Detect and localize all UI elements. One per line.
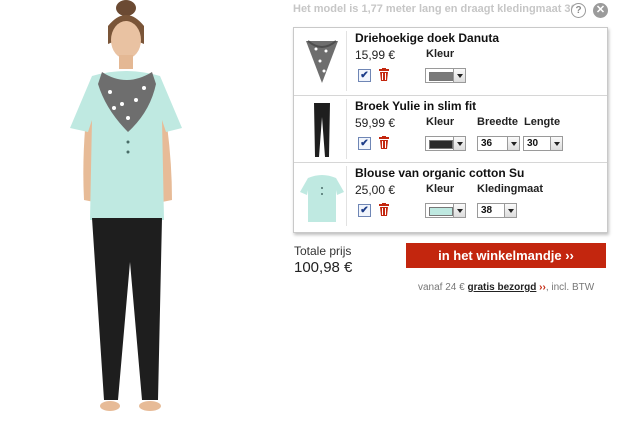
chevron-down-icon xyxy=(453,69,465,82)
chevron-right-icon: ›› xyxy=(539,282,546,293)
trousers-thumbnail[interactable] xyxy=(298,99,347,159)
color-label: Kleur xyxy=(426,48,455,60)
product-row-scarf: Driehoekige doek Danuta 15,99 € ✔ Kleur xyxy=(294,28,607,94)
include-checkbox[interactable]: ✔ xyxy=(358,137,371,150)
model-image xyxy=(70,0,182,411)
color-swatch xyxy=(429,207,453,216)
color-select[interactable] xyxy=(425,68,466,83)
trash-icon[interactable] xyxy=(378,68,390,81)
chevron-down-icon xyxy=(507,137,519,150)
product-name[interactable]: Driehoekige doek Danuta xyxy=(355,31,499,45)
length-select[interactable]: 30 xyxy=(523,136,563,151)
chevron-down-icon xyxy=(550,137,562,150)
product-price: 15,99 € xyxy=(355,48,396,62)
chevron-down-icon xyxy=(453,204,465,217)
color-select[interactable] xyxy=(425,136,466,151)
width-label: Breedte xyxy=(477,116,518,128)
scarf-thumbnail[interactable] xyxy=(298,31,347,91)
total-price: 100,98 € xyxy=(294,259,353,276)
product-name[interactable]: Blouse van organic cotton Su xyxy=(355,166,524,180)
product-row-blouse: Blouse van organic cotton Su 25,00 € ✔ K… xyxy=(294,162,607,229)
color-label: Kleur xyxy=(426,116,455,128)
color-swatch xyxy=(429,72,453,81)
free-delivery-link[interactable]: gratis bezorgd xyxy=(467,282,536,293)
product-price: 25,00 € xyxy=(355,183,396,197)
color-label: Kleur xyxy=(426,183,455,195)
help-icon[interactable]: ? xyxy=(571,3,586,18)
shipping-info: vanaf 24 € gratis bezorgd ››, incl. BTW xyxy=(418,282,595,293)
product-price: 59,99 € xyxy=(355,116,396,130)
length-label: Lengte xyxy=(524,116,561,128)
color-swatch xyxy=(429,140,453,149)
blouse-thumbnail[interactable] xyxy=(298,166,347,226)
color-select[interactable] xyxy=(425,203,466,218)
trash-icon[interactable] xyxy=(378,203,390,216)
size-label: Kledingmaat xyxy=(477,183,544,195)
chevron-down-icon xyxy=(504,204,516,217)
size-select[interactable]: 38 xyxy=(477,203,517,218)
model-size-info: Het model is 1,77 meter lang en draagt k… xyxy=(293,3,577,15)
total-label: Totale prijs xyxy=(294,244,352,258)
product-list: Driehoekige doek Danuta 15,99 € ✔ Kleur … xyxy=(293,27,608,233)
include-checkbox[interactable]: ✔ xyxy=(358,69,371,82)
product-row-trousers: Broek Yulie in slim fit 59,99 € ✔ Kleur … xyxy=(294,95,607,162)
chevron-down-icon xyxy=(453,137,465,150)
include-checkbox[interactable]: ✔ xyxy=(358,204,371,217)
close-icon[interactable]: ✕ xyxy=(593,3,608,18)
trash-icon[interactable] xyxy=(378,136,390,149)
product-name[interactable]: Broek Yulie in slim fit xyxy=(355,99,476,113)
add-to-cart-button[interactable]: in het winkelmandje ›› xyxy=(406,243,606,268)
width-select[interactable]: 36 xyxy=(477,136,520,151)
